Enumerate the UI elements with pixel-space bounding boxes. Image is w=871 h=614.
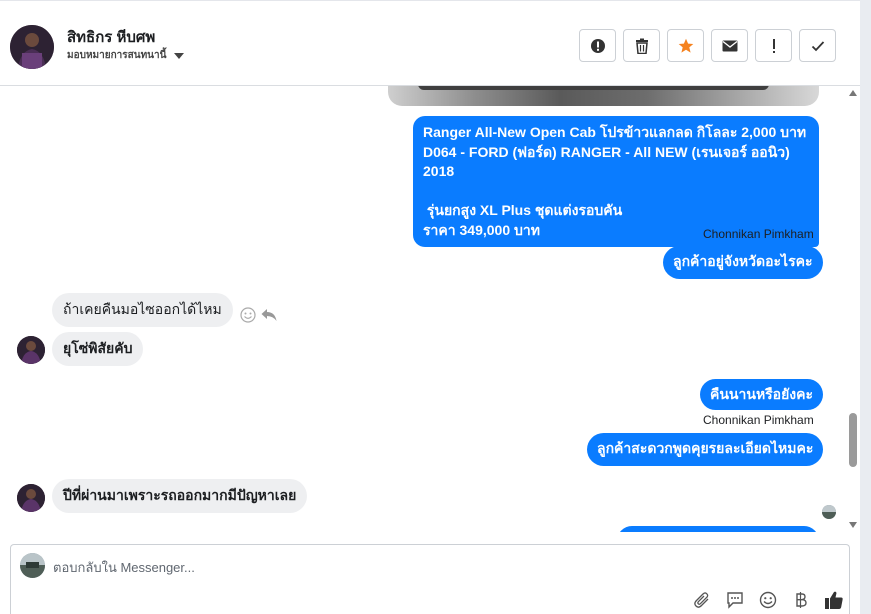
checkmark-icon [811,40,824,51]
message-line: รุ่นยกสูง XL Plus ชุดแต่งรอบคัน [423,202,623,218]
thread-scrollbar[interactable] [846,86,860,532]
message-thread[interactable]: Ranger All-New Open Cab โปรข้าวแลกลด กิโ… [0,86,846,532]
attach-icon [694,592,709,608]
react-emoji-icon[interactable] [240,307,256,323]
reply-composer [10,544,850,614]
scroll-down-icon[interactable] [849,522,857,528]
emoji-button[interactable] [757,589,779,611]
seen-indicator-avatar [822,505,836,519]
contact-name: สิทธิกร หีบศพ [67,29,156,46]
message-bubble-outgoing [617,526,819,532]
page-avatar [20,553,45,578]
envelope-icon [722,40,737,51]
mark-spam-button[interactable] [579,29,616,62]
delete-button[interactable] [623,29,660,62]
conversation-header: สิทธิกร หีบศพ มอบหมายการสนทนานี้ [0,0,860,86]
contact-avatar-small [17,336,45,364]
scrollbar-thumb[interactable] [849,413,857,467]
scroll-up-icon[interactable] [849,90,857,96]
message-bubble-incoming: ปีที่ผ่านมาเพราะรถออกมากมีปัญหาเลย [52,479,308,513]
conversation-actions [579,29,836,62]
contact-avatar[interactable] [10,25,54,69]
saved-reply-button[interactable] [724,589,746,611]
assign-label: มอบหมายการสนทนานี้ [67,50,167,61]
composer-toolbar [691,589,845,611]
star-button[interactable] [667,29,704,62]
message-line [423,182,809,202]
message-bubble-incoming: ยุโซ่พิสัยคับ [52,332,144,366]
assign-conversation-dropdown[interactable]: มอบหมายการสนทนานี้ [67,48,185,63]
saved-reply-icon [727,592,743,609]
alert-circle-icon [590,38,605,53]
message-bubble-outgoing: ลูกค้าอยู่จังหวัดอะไรคะ [663,246,823,279]
message-bubble-outgoing: คืนนานหรือยังคะ [700,379,824,410]
contact-avatar-small [17,484,45,512]
emoji-icon [759,591,777,609]
mark-done-button[interactable] [799,29,836,62]
message-line: D064 - FORD (ฟอร์ด) RANGER - All NEW (เร… [423,143,790,180]
star-icon [678,38,693,53]
sender-name: Chonnikan Pimkham [703,413,814,427]
message-line: Ranger All-New Open Cab โปรข้าวแลกลด กิโ… [423,124,807,140]
sender-name: Chonnikan Pimkham [703,227,814,241]
caret-down-icon [174,52,185,59]
attach-button[interactable] [691,589,713,611]
payment-button[interactable] [790,589,812,611]
mark-unread-button[interactable] [711,29,748,62]
messenger-inbox-app: สิทธิกร หีบศพ มอบหมายการสนทนานี้ Ranger … [0,0,871,614]
reply-input[interactable] [53,558,793,576]
message-bubble-incoming: ถ้าเคยคืนมอไซออกได้ไหม [52,293,233,327]
window-edge [860,0,871,614]
like-button[interactable] [823,589,845,611]
shared-image-attachment[interactable] [388,86,819,106]
follow-up-button[interactable] [755,29,792,62]
reply-icon[interactable] [261,308,277,322]
baht-payment-icon [796,592,807,608]
message-bubble-outgoing: ลูกค้าสะดวกพูดคุยรยละเอียดไหมคะ [587,433,824,466]
exclamation-icon [772,38,775,53]
like-icon [825,591,843,609]
trash-icon [635,38,648,54]
